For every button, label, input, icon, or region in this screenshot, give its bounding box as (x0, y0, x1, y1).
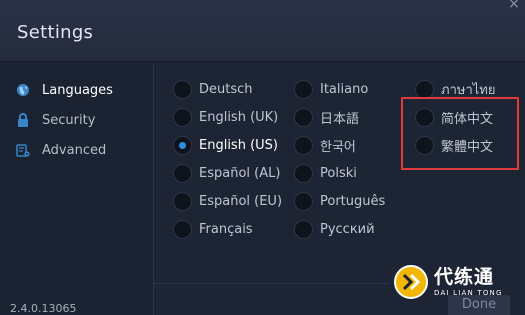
language-option-english-uk[interactable]: English (UK) (173, 106, 278, 128)
language-label: English (US) (199, 137, 278, 153)
radio-button[interactable] (173, 107, 192, 127)
sidebar: Languages Security Advanced (0, 63, 153, 315)
language-label: Italiano (320, 81, 369, 97)
sidebar-item-advanced[interactable]: Advanced (16, 140, 106, 160)
window-title: Settings (17, 22, 94, 43)
watermark-english: DAI LIAN TONG (434, 289, 503, 297)
sidebar-item-languages[interactable]: Languages (16, 80, 113, 100)
radio-button[interactable] (294, 79, 313, 99)
sidebar-item-security[interactable]: Security (16, 110, 95, 130)
language-option-polski[interactable]: Polski (294, 162, 357, 184)
radio-button[interactable] (294, 107, 313, 127)
language-label: Español (AL) (199, 165, 281, 181)
radio-button[interactable] (173, 219, 192, 239)
watermark-text: 代练通 DAI LIAN TONG (434, 266, 503, 298)
sidebar-item-label: Advanced (42, 142, 107, 158)
language-label: Polski (320, 165, 357, 181)
window-header: Settings × (0, 0, 525, 62)
language-option-espanol-eu[interactable]: Español (EU) (173, 190, 282, 212)
radio-button[interactable] (173, 163, 192, 183)
advanced-settings-icon (16, 143, 30, 157)
language-label: Deutsch (199, 81, 253, 97)
radio-button-selected[interactable] (173, 135, 192, 155)
radio-button[interactable] (294, 191, 313, 211)
watermark-logo-icon (394, 265, 428, 299)
watermark-chinese: 代练通 (434, 266, 495, 288)
lock-icon (16, 113, 30, 127)
language-option-francais[interactable]: Français (173, 218, 253, 240)
language-label: Français (199, 221, 253, 237)
language-label: Русский (320, 221, 375, 237)
language-option-espanol-al[interactable]: Español (AL) (173, 162, 280, 184)
language-option-korean[interactable]: 한국어 (294, 134, 356, 156)
radio-button[interactable] (294, 135, 313, 155)
radio-button[interactable] (415, 79, 434, 99)
radio-button[interactable] (294, 219, 313, 239)
language-option-portugues[interactable]: Português (294, 190, 385, 212)
radio-button[interactable] (173, 79, 192, 99)
watermark: 代练通 DAI LIAN TONG (394, 262, 524, 302)
version-label: 2.4.0.13065 (10, 302, 77, 315)
sidebar-item-label: Languages (42, 82, 113, 98)
radio-button[interactable] (173, 191, 192, 211)
language-option-italiano[interactable]: Italiano (294, 78, 368, 100)
language-label: English (UK) (199, 109, 279, 125)
language-option-russian[interactable]: Русский (294, 218, 375, 240)
highlight-box (401, 97, 519, 170)
globe-icon (16, 83, 30, 97)
language-label: Português (320, 193, 386, 209)
sidebar-item-label: Security (42, 112, 96, 128)
footer-divider (154, 283, 389, 284)
language-option-japanese[interactable]: 日本語 (294, 106, 359, 128)
language-option-english-us[interactable]: English (US) (173, 134, 278, 156)
language-label: 日本語 (320, 111, 360, 127)
close-icon[interactable]: × (505, 0, 523, 12)
language-option-deutsch[interactable]: Deutsch (173, 78, 253, 100)
language-label: 한국어 (320, 139, 356, 155)
radio-button[interactable] (294, 163, 313, 183)
language-label: Español (EU) (199, 193, 283, 209)
